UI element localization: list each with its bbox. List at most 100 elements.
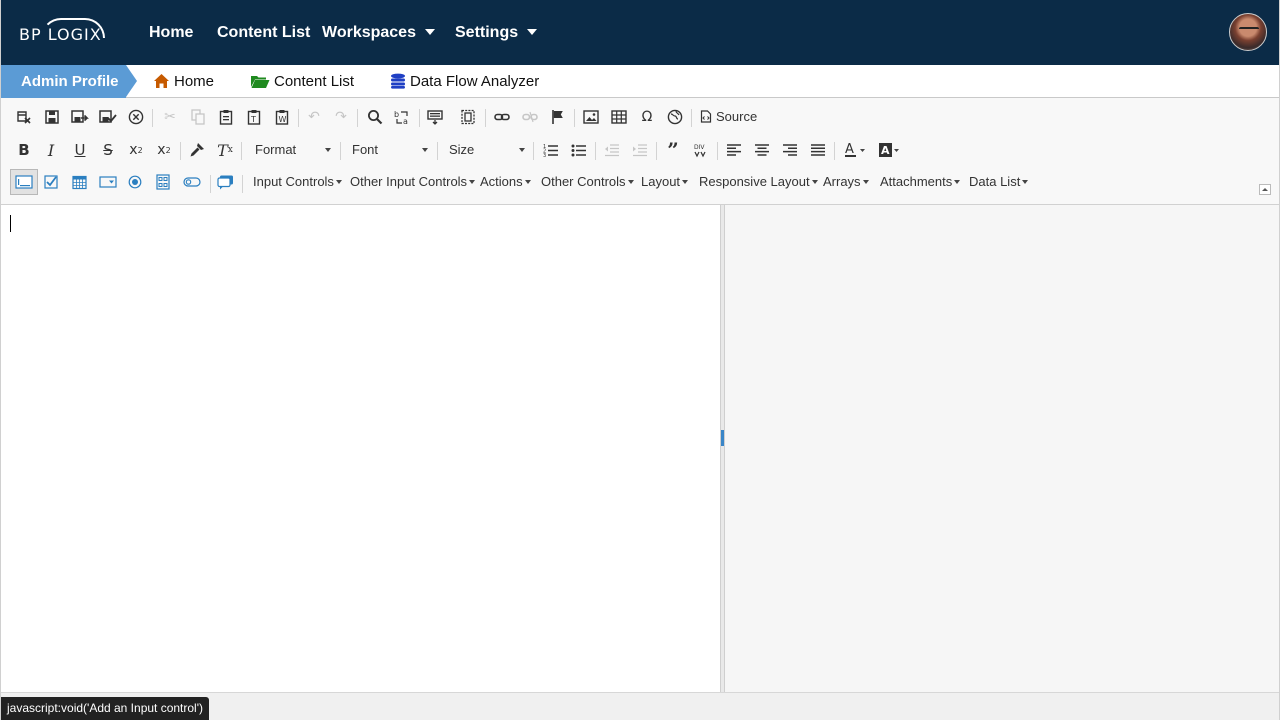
database-icon [390,68,406,101]
breadcrumb-data-flow-analyzer[interactable]: Data Flow Analyzer [390,65,539,98]
nav-settings[interactable]: Settings [455,24,538,42]
close-form-icon[interactable] [12,105,36,129]
radio-control-icon[interactable] [127,174,145,190]
replace-icon[interactable]: ba [391,105,415,129]
chevron-down-icon [335,180,342,184]
breadcrumb-content-list[interactable]: Content List [250,65,354,98]
background-color-icon[interactable]: A [876,138,904,162]
breadcrumb: Admin Profile Home Content List Data Flo… [1,65,1279,98]
image-icon[interactable] [579,105,603,129]
nav-workspaces[interactable]: Workspaces [322,24,435,42]
align-justify-icon[interactable] [806,138,830,162]
paste-word-icon[interactable]: W [270,105,294,129]
superscript-icon[interactable]: x2 [152,138,176,162]
checkbox-control-icon[interactable] [43,174,61,190]
chevron-down-icon [524,180,531,184]
menu-other-input-controls-label: Other Input Controls [350,174,468,189]
bulleted-list-icon[interactable] [567,138,591,162]
menu-layout[interactable]: Layout [641,174,689,189]
undo-icon[interactable]: ↶ [302,105,326,129]
logo-text: BP LOGIX [19,25,102,44]
chevron-down-icon [469,180,476,184]
text-color-icon[interactable]: A [842,138,870,162]
bold-icon[interactable]: B [12,138,36,162]
toolbar-separator [419,109,420,127]
input-control-icon[interactable] [10,169,38,195]
svg-text:a: a [403,117,408,125]
chevron-down-icon [424,29,435,35]
svg-text:3: 3 [543,153,546,157]
menu-responsive-layout[interactable]: Responsive Layout [699,174,818,189]
toolbar-separator [656,142,657,160]
div-container-icon[interactable]: DIV [689,138,713,162]
toolbar-separator [241,142,242,160]
menu-data-list[interactable]: Data List [969,174,1029,189]
redo-icon[interactable]: ↷ [329,105,353,129]
source-button[interactable]: Source [700,109,757,126]
font-combo-label: Font [352,142,379,157]
menu-other-input-controls[interactable]: Other Input Controls [350,174,476,189]
format-combo[interactable]: Format [255,140,331,160]
anchor-flag-icon[interactable] [546,105,570,129]
copy-icon[interactable] [186,105,210,129]
unlink-icon[interactable] [518,105,542,129]
save-and-check-icon[interactable] [96,105,120,129]
link-icon[interactable] [490,105,514,129]
special-char-icon[interactable]: Ω [635,105,659,129]
multi-select-control-icon[interactable] [155,174,173,190]
editor-content-area[interactable] [1,205,720,692]
iframe-globe-icon[interactable] [663,105,687,129]
increase-indent-icon[interactable] [628,138,652,162]
menu-layout-label: Layout [641,174,681,189]
breadcrumb-home[interactable]: Home [153,65,214,98]
bplogix-logo[interactable]: BP LOGIX [19,18,107,48]
chevron-down-icon [325,148,331,152]
numbered-list-icon[interactable]: 123 [539,138,563,162]
user-avatar[interactable] [1229,13,1267,51]
table-icon[interactable] [607,105,631,129]
decrease-indent-icon[interactable] [600,138,624,162]
align-center-icon[interactable] [750,138,774,162]
chevron-down-icon [627,180,634,184]
cut-icon[interactable]: ✂ [158,105,182,129]
toolbar-separator [533,142,534,160]
subscript-icon[interactable]: x2 [124,138,148,162]
menu-other-controls[interactable]: Other Controls [541,174,634,189]
nav-content-list[interactable]: Content List [217,24,310,42]
date-control-icon[interactable] [71,174,89,190]
menu-input-controls[interactable]: Input Controls [253,174,342,189]
save-icon[interactable] [40,105,64,129]
size-combo[interactable]: Size [449,140,525,160]
save-and-close-icon[interactable] [68,105,92,129]
find-icon[interactable] [363,105,387,129]
strikethrough-icon[interactable]: S [96,138,120,162]
breadcrumb-admin-profile[interactable]: Admin Profile [1,65,137,98]
align-right-icon[interactable] [778,138,802,162]
comments-control-icon[interactable] [217,174,235,190]
paste-text-icon[interactable]: T [242,105,266,129]
dropdown-control-icon[interactable] [99,174,117,190]
template-icon[interactable] [456,105,480,129]
svg-text:b: b [394,110,399,119]
align-left-icon[interactable] [722,138,746,162]
remove-format-icon[interactable]: Tx [213,138,237,162]
toolbar-separator [357,109,358,127]
collapse-toolbar-icon[interactable] [1259,184,1271,195]
menu-arrays[interactable]: Arrays [823,174,869,189]
toggle-button-control-icon[interactable] [183,174,201,190]
menu-attachments[interactable]: Attachments [880,174,961,189]
source-doc-icon [700,110,712,126]
menu-actions[interactable]: Actions [480,174,531,189]
font-combo[interactable]: Font [352,140,428,160]
paste-icon[interactable] [214,105,238,129]
underline-icon[interactable]: U [68,138,92,162]
italic-icon[interactable]: I [39,138,63,162]
form-properties-icon[interactable] [423,105,447,129]
chevron-down-icon [1022,180,1029,184]
copy-format-brush-icon[interactable] [185,138,209,162]
toolbar-separator [834,142,835,160]
blockquote-icon[interactable]: ” [661,138,685,162]
cancel-circle-icon[interactable] [124,105,148,129]
nav-home[interactable]: Home [149,24,193,42]
editor-toolbar: ✂ T W ↶ ↷ ba Ω Source B I U S x 2 x 2 T … [1,98,1279,205]
